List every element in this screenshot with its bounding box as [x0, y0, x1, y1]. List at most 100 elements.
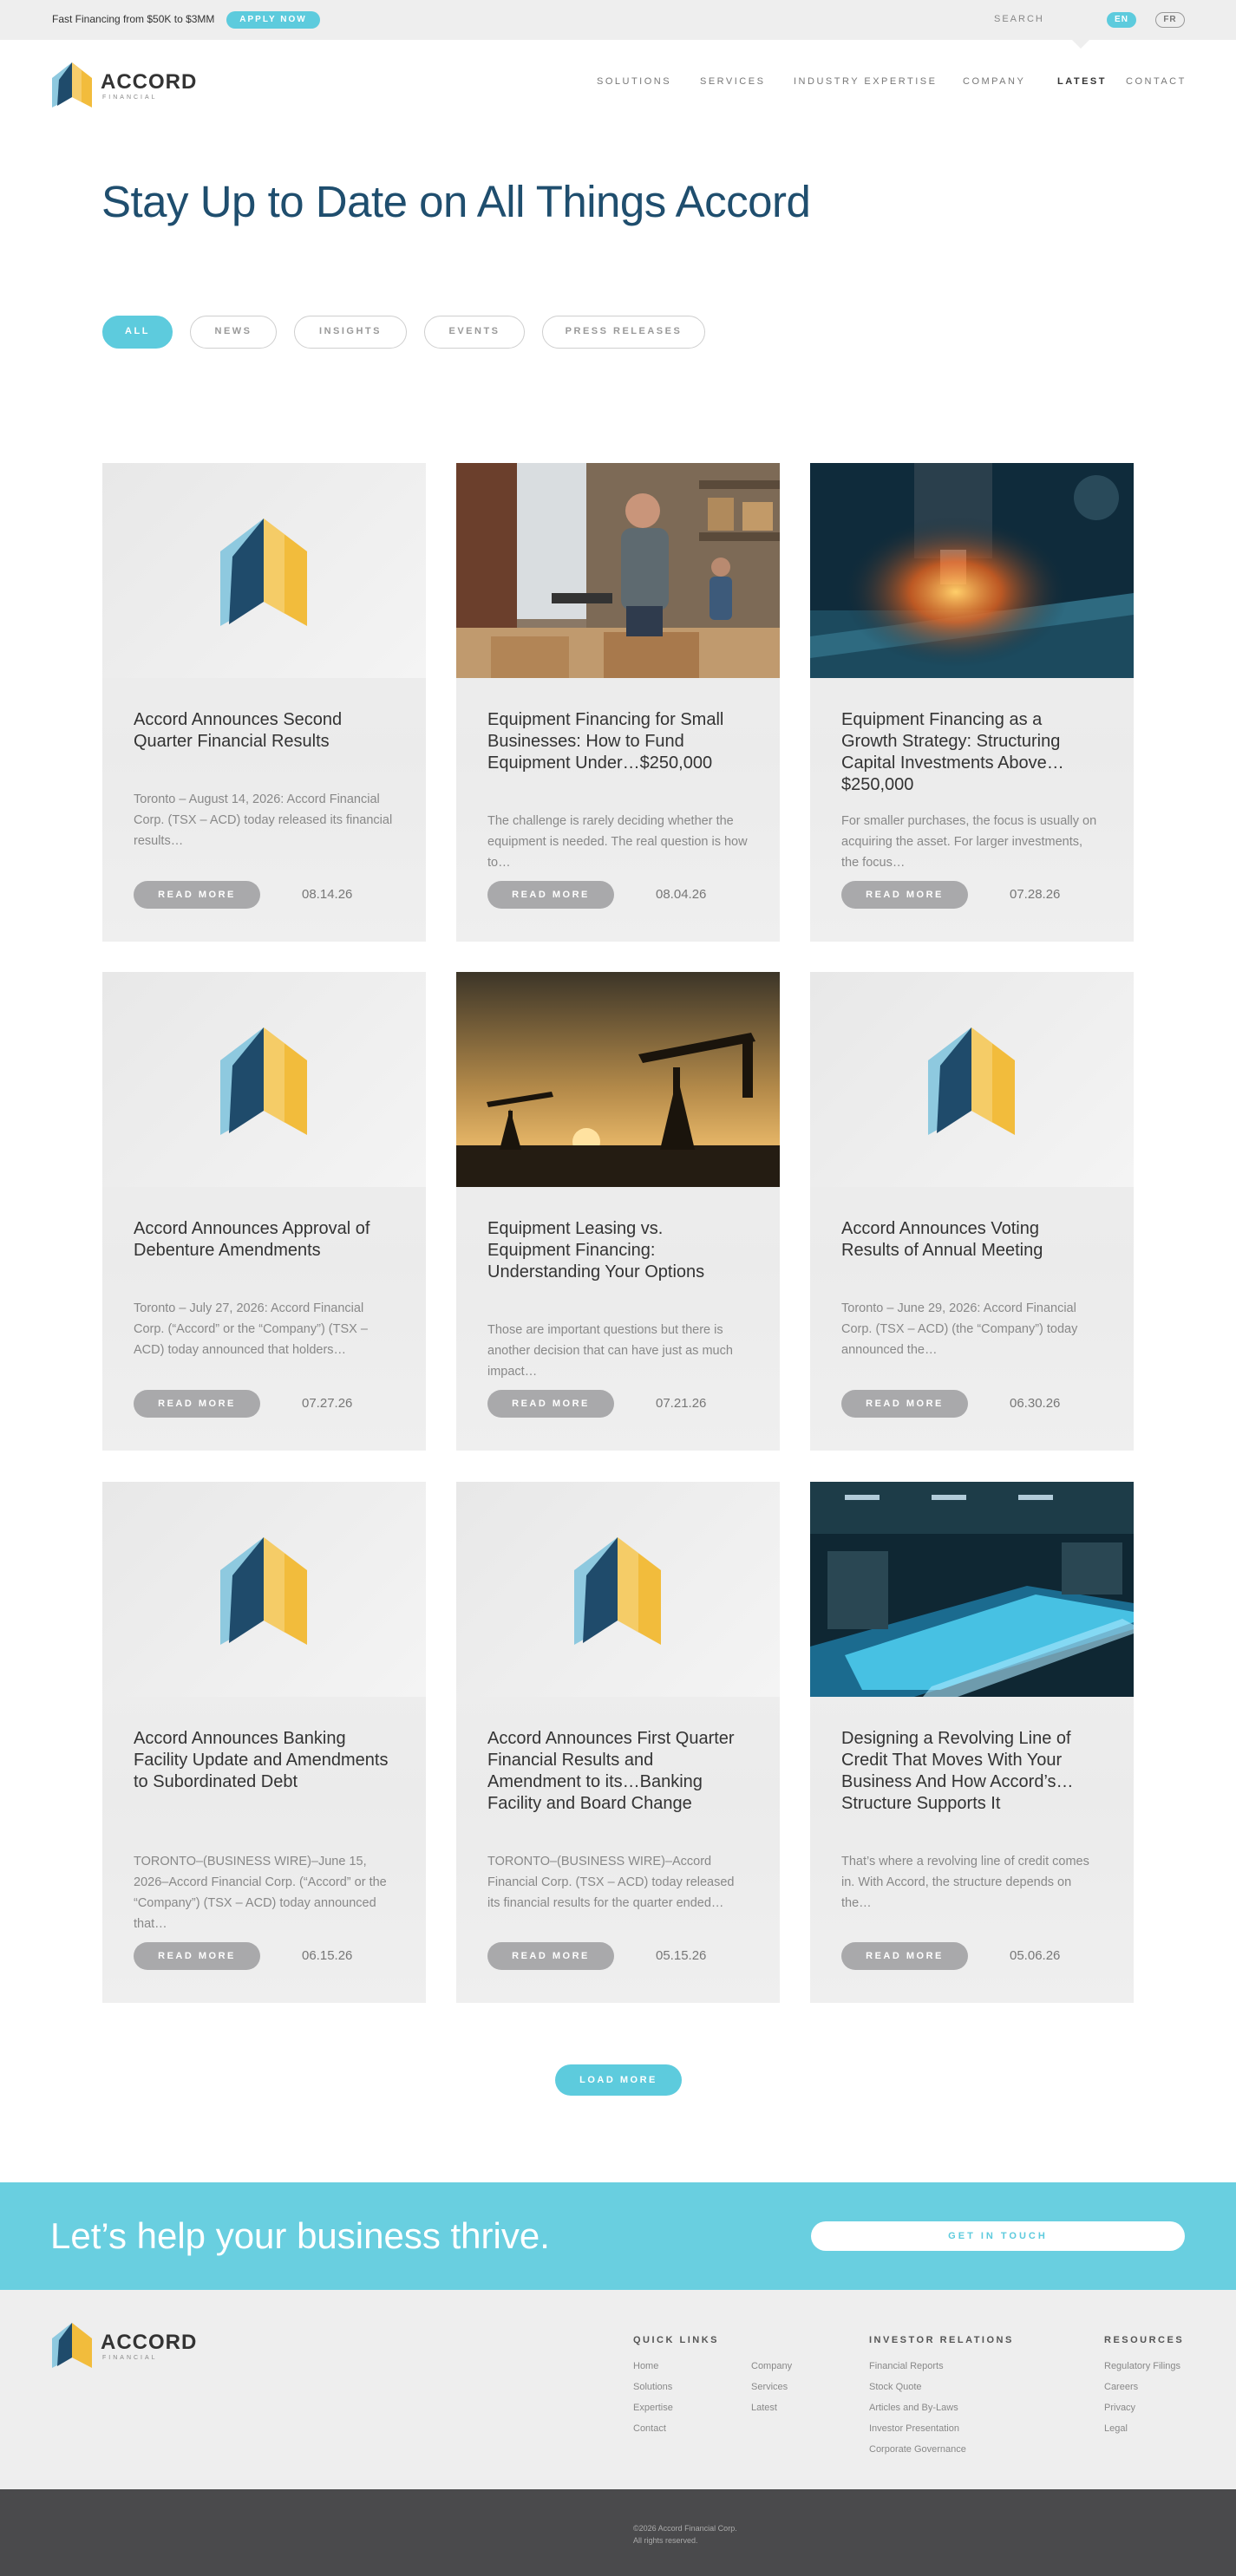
read-more-button[interactable]: READ MORE	[134, 1942, 260, 1970]
read-more-button[interactable]: READ MORE	[134, 881, 260, 909]
accord-logo-icon	[52, 62, 92, 108]
promo-text: Fast Financing from $50K to $3MM	[52, 13, 215, 25]
card-title[interactable]: Accord Announces Voting Results of Annua…	[841, 1218, 1102, 1262]
card-excerpt: Those are important questions but there …	[487, 1323, 733, 1379]
footer-link-financial-reports[interactable]: Financial Reports	[869, 2361, 944, 2371]
filter-press-releases[interactable]: PRESS RELEASES	[542, 316, 705, 349]
card-title[interactable]: Accord Announces Banking Facility Update…	[134, 1728, 394, 1793]
investor-relations-heading: INVESTOR RELATIONS	[869, 2335, 1014, 2345]
accord-logo-icon	[574, 1537, 661, 1645]
footer-link-expertise[interactable]: Expertise	[633, 2403, 673, 2413]
footer-link-careers[interactable]: Careers	[1104, 2382, 1138, 2392]
footer-link-services[interactable]: Services	[751, 2382, 788, 2392]
card-thumbnail[interactable]	[102, 463, 426, 678]
accord-logo[interactable]: ACCORD FINANCIAL	[50, 59, 206, 111]
top-bar: Fast Financing from $50K to $3MM APPLY N…	[0, 0, 1236, 40]
card-thumbnail[interactable]	[456, 463, 780, 678]
footer-logo[interactable]: ACCORD FINANCIAL	[50, 2319, 206, 2371]
copyright-text: ©2026 Accord Financial Corp.	[633, 2524, 737, 2533]
footer-link-contact[interactable]: Contact	[633, 2423, 666, 2434]
accord-logo-icon	[220, 1537, 307, 1645]
conveyor-line-photo	[810, 1482, 1134, 1697]
news-card[interactable]: Equipment Financing for Small Businesses…	[456, 463, 780, 942]
footer-link-latest[interactable]: Latest	[751, 2403, 777, 2413]
lang-en-button[interactable]: EN	[1107, 12, 1136, 28]
news-card[interactable]: Accord Announces Banking Facility Update…	[102, 1482, 426, 2003]
filter-insights[interactable]: INSIGHTS	[294, 316, 407, 349]
footer-link-corporate-governance[interactable]: Corporate Governance	[869, 2444, 966, 2455]
site-header: ACCORD FINANCIAL SOLUTIONS SERVICES INDU…	[0, 40, 1236, 127]
footer-logo-icon	[52, 2323, 92, 2368]
card-date: 05.15.26	[656, 1948, 707, 1963]
footer-brand-sub: FINANCIAL	[102, 2355, 158, 2361]
card-excerpt: Toronto – August 14, 2026: Accord Financ…	[134, 792, 393, 848]
card-excerpt: That’s where a revolving line of credit …	[841, 1855, 1089, 1910]
news-card[interactable]: Equipment Financing as a Growth Strategy…	[810, 463, 1134, 942]
read-more-button[interactable]: READ MORE	[841, 1942, 968, 1970]
page-title: Stay Up to Date on All Things Accord	[101, 177, 811, 226]
card-title[interactable]: Accord Announces First Quarter Financial…	[487, 1728, 748, 1815]
nav-industry-expertise[interactable]: INDUSTRY EXPERTISE	[794, 76, 937, 87]
card-excerpt: TORONTO–(BUSINESS WIRE)–Accord Financial…	[487, 1855, 735, 1910]
card-thumbnail[interactable]	[456, 972, 780, 1187]
footer-link-regulatory-filings[interactable]: Regulatory Filings	[1104, 2361, 1180, 2371]
read-more-button[interactable]: READ MORE	[134, 1390, 260, 1418]
filter-news[interactable]: NEWS	[190, 316, 277, 349]
filter-all[interactable]: ALL	[102, 316, 173, 349]
lang-fr-button[interactable]: FR	[1155, 12, 1185, 28]
read-more-button[interactable]: READ MORE	[487, 1942, 614, 1970]
card-excerpt: TORONTO–(BUSINESS WIRE)–June 15, 2026–Ac…	[134, 1855, 387, 1931]
nav-company[interactable]: COMPANY	[963, 76, 1025, 87]
cta-banner: Let’s help your business thrive. GET IN …	[0, 2182, 1236, 2290]
nav-contact[interactable]: CONTACT	[1126, 76, 1187, 87]
read-more-button[interactable]: READ MORE	[487, 881, 614, 909]
news-card[interactable]: Accord Announces First Quarter Financial…	[456, 1482, 780, 2003]
card-thumbnail[interactable]	[102, 1482, 426, 1697]
footer-link-stock-quote[interactable]: Stock Quote	[869, 2382, 922, 2392]
get-in-touch-button[interactable]: GET IN TOUCH	[811, 2221, 1185, 2251]
search-link[interactable]: SEARCH	[994, 14, 1044, 24]
quick-links-heading: QUICK LINKS	[633, 2335, 719, 2345]
footer-link-legal[interactable]: Legal	[1104, 2423, 1128, 2434]
footer-link-investor-presentation[interactable]: Investor Presentation	[869, 2423, 959, 2434]
news-card[interactable]: Equipment Leasing vs. Equipment Financin…	[456, 972, 780, 1451]
card-title[interactable]: Accord Announces Second Quarter Financia…	[134, 709, 394, 753]
cnc-machine-photo	[810, 463, 1134, 678]
read-more-button[interactable]: READ MORE	[841, 1390, 968, 1418]
apply-now-button[interactable]: APPLY NOW	[226, 11, 320, 29]
card-excerpt: For smaller purchases, the focus is usua…	[841, 814, 1097, 870]
footer-link-privacy[interactable]: Privacy	[1104, 2403, 1135, 2413]
card-title[interactable]: Accord Announces Approval of Debenture A…	[134, 1218, 394, 1262]
accord-logo-icon	[220, 1027, 307, 1135]
footer-link-articles-bylaws[interactable]: Articles and By-Laws	[869, 2403, 958, 2413]
nav-latest[interactable]: LATEST	[1057, 76, 1107, 87]
oil-pumpjacks-photo	[456, 972, 780, 1187]
card-title[interactable]: Equipment Leasing vs. Equipment Financin…	[487, 1218, 748, 1283]
card-thumbnail[interactable]	[456, 1482, 780, 1697]
filter-events[interactable]: EVENTS	[424, 316, 525, 349]
card-title[interactable]: Designing a Revolving Line of Credit Tha…	[841, 1728, 1102, 1815]
bottom-bar: ©2026 Accord Financial Corp. All rights …	[0, 2489, 1236, 2576]
card-date: 07.21.26	[656, 1396, 707, 1411]
card-title[interactable]: Equipment Financing as a Growth Strategy…	[841, 709, 1102, 796]
card-thumbnail[interactable]	[810, 1482, 1134, 1697]
nav-solutions[interactable]: SOLUTIONS	[597, 76, 671, 87]
read-more-button[interactable]: READ MORE	[487, 1390, 614, 1418]
news-card[interactable]: Designing a Revolving Line of Credit Tha…	[810, 1482, 1134, 2003]
news-card[interactable]: Accord Announces Approval of Debenture A…	[102, 972, 426, 1451]
nav-services[interactable]: SERVICES	[700, 76, 765, 87]
footer-link-solutions[interactable]: Solutions	[633, 2382, 672, 2392]
news-card[interactable]: Accord Announces Second Quarter Financia…	[102, 463, 426, 942]
card-date: 08.04.26	[656, 887, 707, 902]
card-thumbnail[interactable]	[810, 463, 1134, 678]
card-thumbnail[interactable]	[102, 972, 426, 1187]
footer-link-home[interactable]: Home	[633, 2361, 658, 2371]
card-date: 08.14.26	[302, 887, 353, 902]
card-title[interactable]: Equipment Financing for Small Businesses…	[487, 709, 748, 774]
load-more-button[interactable]: LOAD MORE	[555, 2064, 682, 2096]
read-more-button[interactable]: READ MORE	[841, 881, 968, 909]
news-card[interactable]: Accord Announces Voting Results of Annua…	[810, 972, 1134, 1451]
footer-link-company[interactable]: Company	[751, 2361, 792, 2371]
copyright: ©2026 Accord Financial Corp. All rights …	[633, 2522, 737, 2547]
card-thumbnail[interactable]	[810, 972, 1134, 1187]
